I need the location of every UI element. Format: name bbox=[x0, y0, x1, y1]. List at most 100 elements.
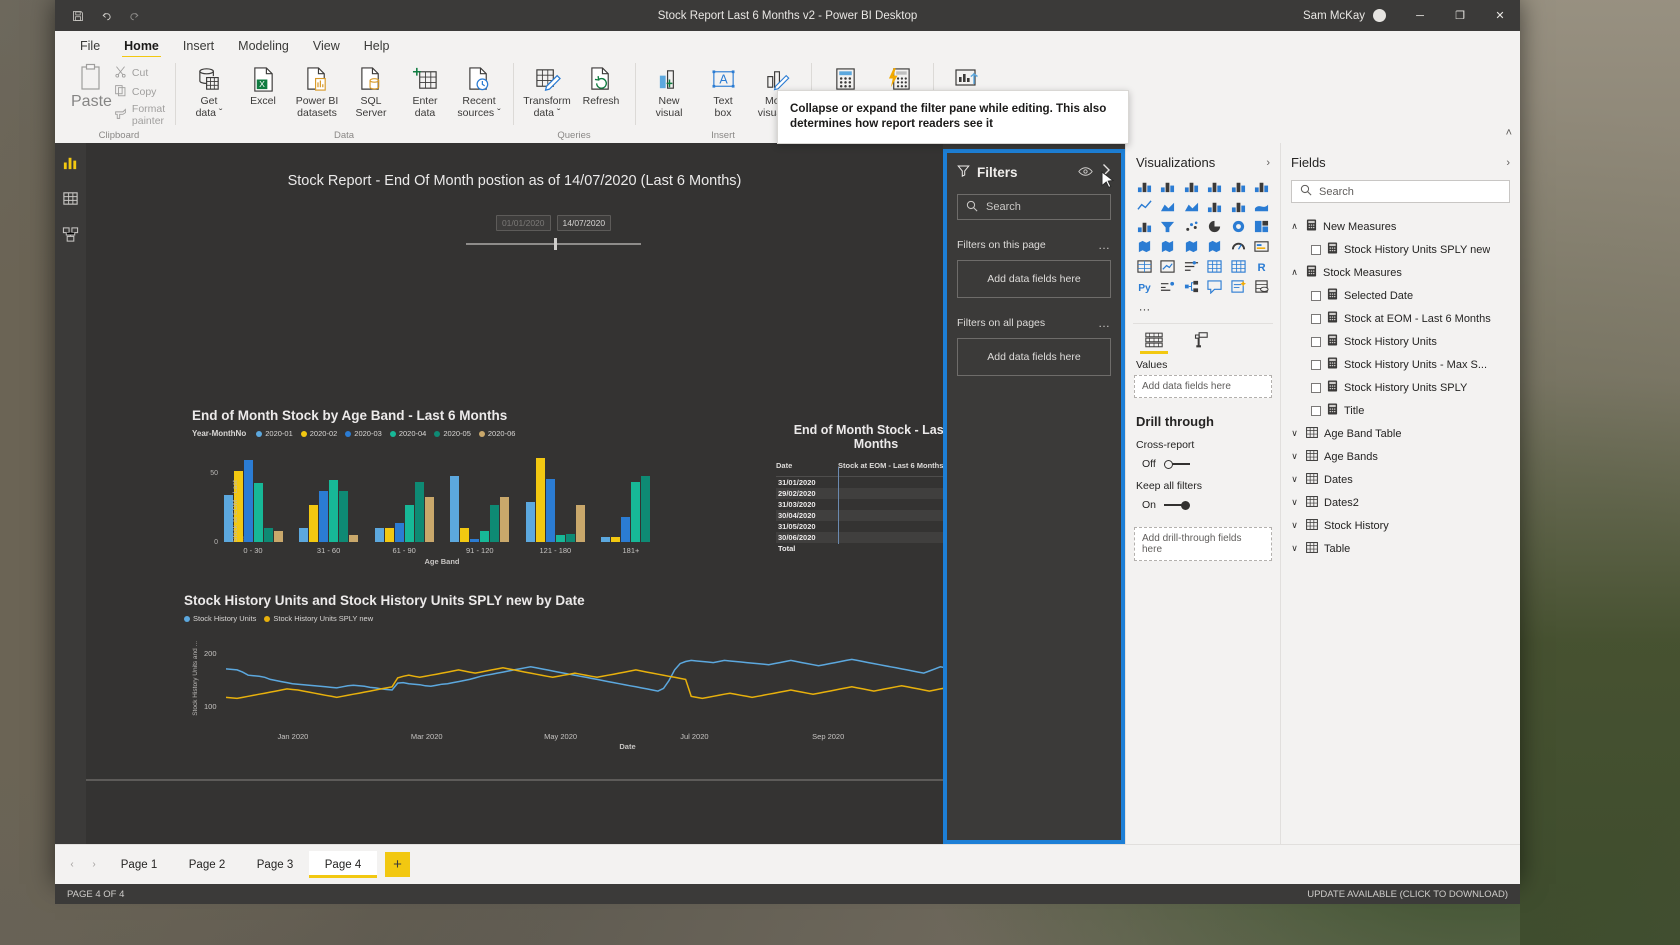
close-button[interactable]: ✕ bbox=[1480, 0, 1520, 31]
field-table-item[interactable]: ∨ Table bbox=[1281, 537, 1520, 560]
add-page-button[interactable]: + bbox=[385, 852, 410, 877]
field-table-item[interactable]: ∨ Dates2 bbox=[1281, 491, 1520, 514]
field-table-item[interactable]: ∨ Age Band Table bbox=[1281, 422, 1520, 445]
field-table-item[interactable]: ∧ New Measures bbox=[1281, 215, 1520, 238]
bar[interactable] bbox=[470, 539, 480, 542]
bar[interactable] bbox=[309, 504, 319, 542]
field-checkbox[interactable] bbox=[1311, 359, 1321, 370]
page-next-button[interactable]: › bbox=[83, 859, 105, 870]
table-row[interactable]: 31/01/2020 142 bbox=[776, 477, 943, 488]
100-stacked-bar-chart-icon[interactable] bbox=[1227, 178, 1250, 195]
undo-icon[interactable] bbox=[93, 4, 119, 28]
legend-item[interactable]: Stock History Units bbox=[184, 614, 256, 623]
powerbi-datasets-button[interactable]: Power BI datasets bbox=[291, 59, 343, 119]
field-item[interactable]: Stock History Units SPLY bbox=[1281, 376, 1520, 399]
field-checkbox[interactable] bbox=[1311, 313, 1321, 324]
excel-button[interactable]: X Excel bbox=[237, 59, 289, 108]
qa-visual-icon[interactable] bbox=[1204, 278, 1227, 295]
bar[interactable] bbox=[349, 535, 359, 542]
legend-item[interactable]: 2020-04 bbox=[389, 429, 426, 438]
table-visual[interactable]: End of Month Stock - Last 6 Months Date … bbox=[776, 423, 943, 554]
minimize-button[interactable]: ─ bbox=[1400, 0, 1440, 31]
stacked-bar-chart-icon[interactable] bbox=[1133, 178, 1156, 195]
bar-group[interactable] bbox=[298, 480, 360, 542]
table-row[interactable]: 30/06/2020 154 bbox=[776, 532, 943, 543]
field-item[interactable]: Selected Date bbox=[1281, 284, 1520, 307]
slicer-start-date[interactable]: 01/01/2020 bbox=[495, 215, 551, 231]
slicer-track[interactable] bbox=[466, 238, 641, 250]
stacked-column-chart-icon[interactable] bbox=[1157, 178, 1180, 195]
decomposition-tree-icon[interactable] bbox=[1180, 278, 1203, 295]
refresh-button[interactable]: Refresh bbox=[575, 59, 627, 108]
values-well-dropzone[interactable]: Add data fields here bbox=[1134, 375, 1272, 398]
table-row[interactable]: 29/02/2020 166 bbox=[776, 488, 943, 499]
bar-group[interactable] bbox=[524, 458, 586, 542]
chevron-down-icon[interactable]: ∨ bbox=[1289, 497, 1300, 508]
line-chart-icon[interactable] bbox=[1133, 198, 1156, 215]
clustered-bar-chart-icon[interactable] bbox=[1180, 178, 1203, 195]
table-col-header-date[interactable]: Date bbox=[776, 461, 838, 470]
ribbon-tab-view[interactable]: View bbox=[302, 36, 351, 57]
bar[interactable] bbox=[339, 491, 349, 542]
bar-group[interactable] bbox=[449, 476, 511, 542]
format-tab-icon[interactable] bbox=[1186, 331, 1214, 354]
line-clustered-column-icon[interactable] bbox=[1227, 198, 1250, 215]
chevron-down-icon[interactable]: ∨ bbox=[1289, 520, 1300, 531]
field-item[interactable]: Stock History Units bbox=[1281, 330, 1520, 353]
bar[interactable] bbox=[641, 476, 651, 542]
bar[interactable] bbox=[500, 496, 510, 542]
field-checkbox[interactable] bbox=[1311, 244, 1321, 255]
bar[interactable] bbox=[601, 536, 611, 542]
table-row[interactable]: 31/03/2020 182 bbox=[776, 499, 943, 510]
smart-narrative-icon[interactable] bbox=[1227, 278, 1250, 295]
recent-sources-button[interactable]: Recent sources ˇ bbox=[453, 59, 505, 119]
chevron-down-icon[interactable]: ∨ bbox=[1289, 428, 1300, 439]
pie-chart-icon[interactable] bbox=[1204, 218, 1227, 235]
redo-icon[interactable] bbox=[121, 4, 147, 28]
field-item[interactable]: Stock at EOM - Last 6 Months bbox=[1281, 307, 1520, 330]
bar[interactable] bbox=[535, 458, 545, 542]
fields-tab-icon[interactable] bbox=[1140, 331, 1168, 354]
filled-map-icon[interactable] bbox=[1157, 238, 1180, 255]
fields-search-input[interactable]: Search bbox=[1291, 180, 1510, 203]
scatter-chart-icon[interactable] bbox=[1180, 218, 1203, 235]
bar[interactable] bbox=[545, 478, 555, 542]
legend-item[interactable]: Stock History Units SPLY new bbox=[264, 614, 373, 623]
r-visual-icon[interactable]: R bbox=[1251, 258, 1274, 275]
card-icon[interactable] bbox=[1251, 238, 1274, 255]
get-more-visuals-icon[interactable]: … bbox=[1133, 298, 1156, 315]
enter-data-button[interactable]: Enter data bbox=[399, 59, 451, 119]
filters-section-menu-icon[interactable]: … bbox=[1098, 238, 1111, 252]
page-prev-button[interactable]: ‹ bbox=[61, 859, 83, 870]
bar[interactable] bbox=[460, 528, 470, 542]
data-view-icon[interactable] bbox=[60, 187, 82, 209]
key-influencers-icon[interactable] bbox=[1157, 278, 1180, 295]
slicer-end-date[interactable]: 14/07/2020 bbox=[556, 215, 612, 231]
field-checkbox[interactable] bbox=[1311, 290, 1321, 301]
ribbon-tab-modeling[interactable]: Modeling bbox=[227, 36, 300, 57]
new-visual-button[interactable]: New visual bbox=[643, 59, 695, 119]
bar[interactable] bbox=[243, 459, 253, 542]
legend-item[interactable]: 2020-05 bbox=[434, 429, 471, 438]
keep-all-filters-toggle-row[interactable]: On bbox=[1126, 492, 1280, 511]
visualizations-pane[interactable]: Visualizations › R Py … Values Add data fi… bbox=[1125, 143, 1280, 844]
legend-item[interactable]: 2020-06 bbox=[478, 429, 515, 438]
bar[interactable] bbox=[253, 483, 263, 542]
date-slicer[interactable]: 01/01/2020 14/07/2020 bbox=[466, 215, 641, 250]
py-visual-icon[interactable]: Py bbox=[1133, 278, 1156, 295]
bar[interactable] bbox=[273, 531, 283, 542]
filters-search-box[interactable]: Search bbox=[957, 194, 1111, 220]
bar-group[interactable] bbox=[600, 476, 662, 542]
report-view-icon[interactable] bbox=[60, 151, 82, 173]
azure-map-icon[interactable] bbox=[1204, 238, 1227, 255]
maximize-button[interactable]: ❐ bbox=[1440, 0, 1480, 31]
shape-map-icon[interactable] bbox=[1180, 238, 1203, 255]
copy-button[interactable]: Copy bbox=[114, 84, 167, 100]
bar-chart-visual[interactable]: End of Month Stock by Age Band - Last 6 … bbox=[192, 408, 662, 568]
line-series[interactable] bbox=[226, 668, 943, 699]
avatar[interactable] bbox=[1373, 9, 1386, 22]
ribbon-tab-insert[interactable]: Insert bbox=[172, 36, 225, 57]
bar[interactable] bbox=[263, 528, 273, 542]
user-name[interactable]: Sam McKay bbox=[1303, 10, 1365, 22]
bar[interactable] bbox=[480, 531, 490, 542]
